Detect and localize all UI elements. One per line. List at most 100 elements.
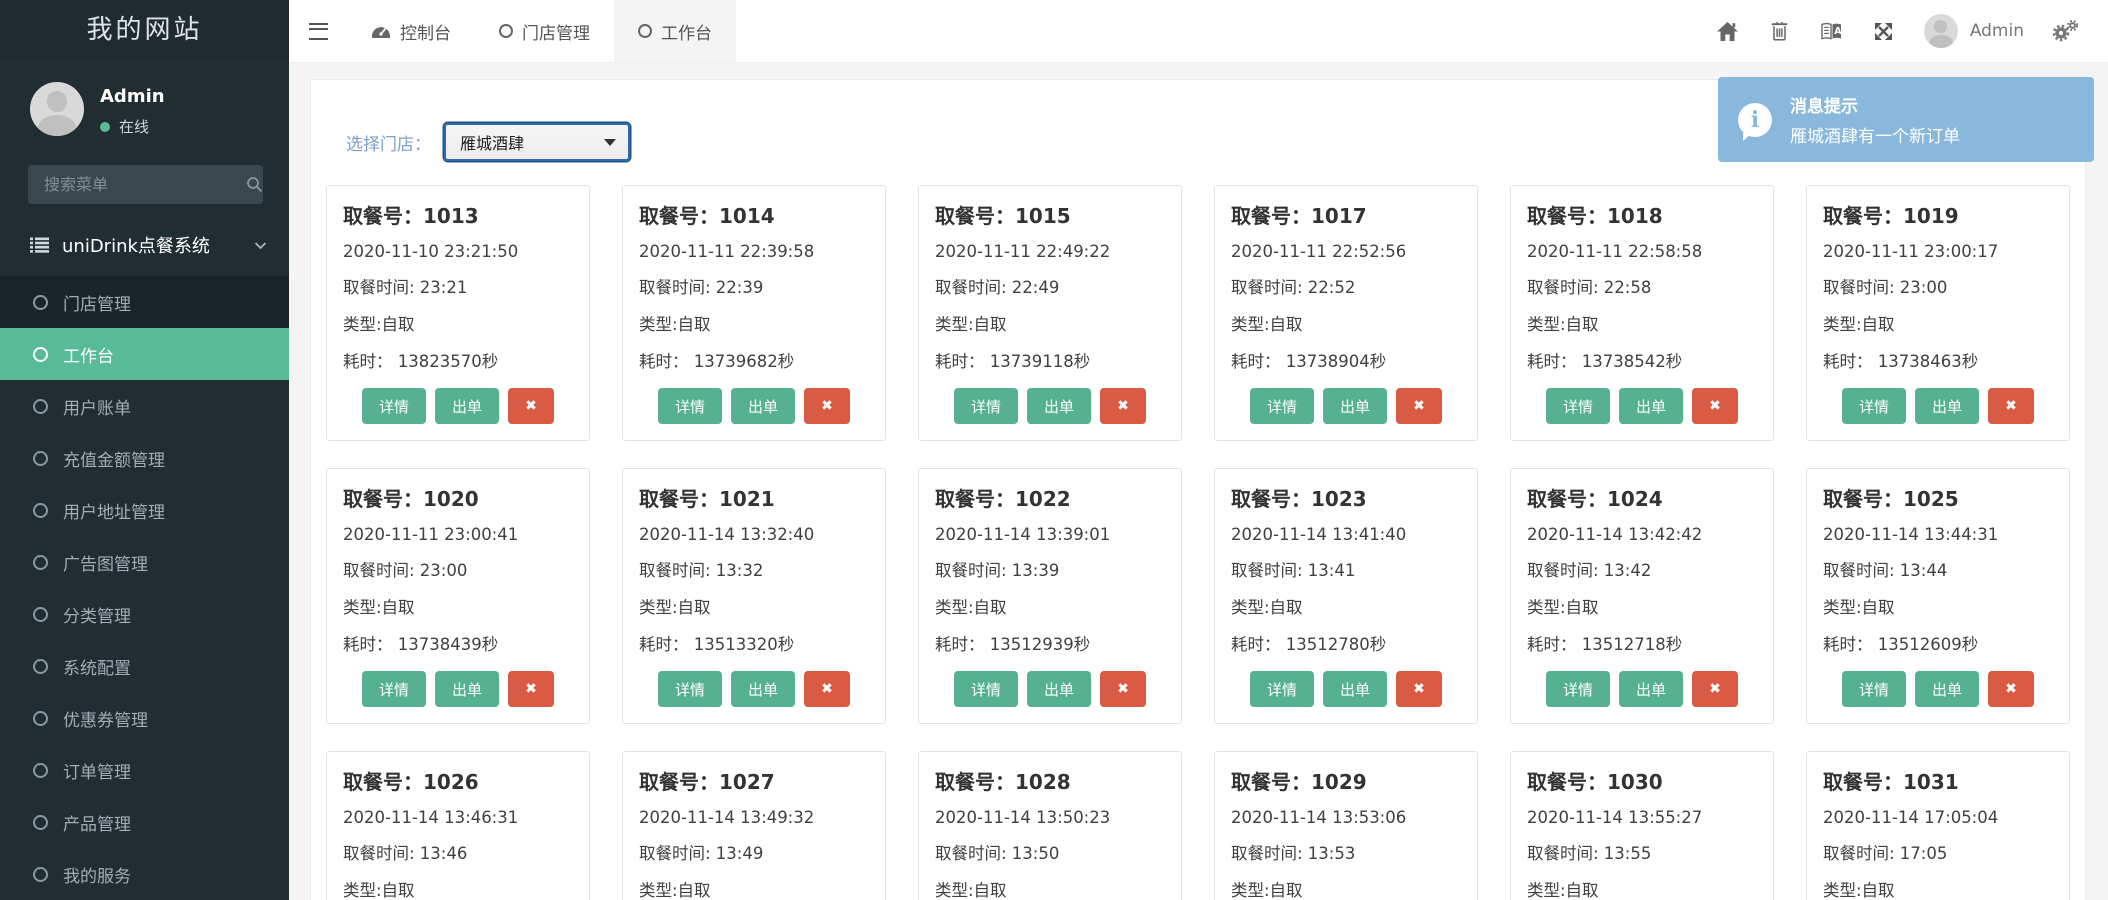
sidebar-item-9[interactable]: 订单管理 bbox=[0, 744, 289, 796]
nav-tab-1[interactable]: 门店管理 bbox=[475, 0, 614, 62]
detail-button[interactable]: 详情 bbox=[954, 671, 1018, 707]
sidebar-item-2[interactable]: 用户账单 bbox=[0, 380, 289, 432]
order-elapsed: 耗时： 13738542秒 bbox=[1527, 348, 1757, 372]
order-card: 取餐号：1027 2020-11-14 13:49:32 取餐时间: 13:49… bbox=[622, 751, 886, 900]
sidebar-item-4[interactable]: 用户地址管理 bbox=[0, 484, 289, 536]
order-elapsed: 耗时： 13512718秒 bbox=[1527, 631, 1757, 655]
sidebar-toggle-button[interactable] bbox=[289, 0, 347, 62]
delete-order-button[interactable]: ✖ bbox=[1692, 388, 1738, 424]
navbar-user-menu[interactable]: Admin bbox=[1910, 14, 2038, 48]
expand-icon[interactable] bbox=[1858, 0, 1910, 62]
sidebar-search[interactable] bbox=[28, 165, 263, 204]
order-pickup-time: 取餐时间: 13:53 bbox=[1231, 840, 1461, 864]
order-card: 取餐号：1014 2020-11-11 22:39:58 取餐时间: 22:39… bbox=[622, 185, 886, 441]
store-select-value: 雁城酒肆 bbox=[460, 130, 524, 154]
delete-order-button[interactable]: ✖ bbox=[1692, 671, 1738, 707]
print-order-button[interactable]: 出单 bbox=[731, 671, 795, 707]
sidebar-item-0[interactable]: 门店管理 bbox=[0, 276, 289, 328]
search-input[interactable] bbox=[42, 174, 246, 195]
print-order-button[interactable]: 出单 bbox=[1619, 388, 1683, 424]
delete-order-button[interactable]: ✖ bbox=[1396, 671, 1442, 707]
order-pickup-time: 取餐时间: 22:39 bbox=[639, 274, 869, 298]
order-pickup-time: 取餐时间: 17:05 bbox=[1823, 840, 2053, 864]
print-order-button[interactable]: 出单 bbox=[1915, 388, 1979, 424]
delete-order-button[interactable]: ✖ bbox=[1396, 388, 1442, 424]
circle-icon bbox=[33, 815, 48, 830]
sidebar-item-label: 产品管理 bbox=[63, 810, 131, 835]
info-icon: i bbox=[1738, 103, 1772, 137]
order-actions: 详情 出单 ✖ bbox=[1231, 388, 1461, 424]
sidebar-group-unidrink[interactable]: uniDrink点餐系统 bbox=[0, 224, 289, 266]
delete-order-button[interactable]: ✖ bbox=[508, 388, 554, 424]
detail-button[interactable]: 详情 bbox=[1250, 388, 1314, 424]
order-card: 取餐号：1017 2020-11-11 22:52:56 取餐时间: 22:52… bbox=[1214, 185, 1478, 441]
order-pickup-time: 取餐时间: 23:00 bbox=[343, 557, 573, 581]
detail-button[interactable]: 详情 bbox=[658, 388, 722, 424]
svg-text:A: A bbox=[1835, 26, 1843, 37]
sidebar-item-5[interactable]: 广告图管理 bbox=[0, 536, 289, 588]
trash-icon[interactable] bbox=[1754, 0, 1806, 62]
detail-button[interactable]: 详情 bbox=[954, 388, 1018, 424]
detail-button[interactable]: 详情 bbox=[362, 388, 426, 424]
delete-order-button[interactable]: ✖ bbox=[1100, 388, 1146, 424]
delete-order-button[interactable]: ✖ bbox=[804, 671, 850, 707]
nav-tab-2[interactable]: 工作台 bbox=[614, 0, 736, 62]
workbench-panel: 选择门店： 雁城酒肆 取餐号：1013 2020-11-10 23:21:50 … bbox=[310, 79, 2086, 900]
main-area: 控制台 门店管理 工作台 bbox=[289, 0, 2108, 900]
delete-order-button[interactable]: ✖ bbox=[804, 388, 850, 424]
order-created-time: 2020-11-11 22:39:58 bbox=[639, 242, 869, 261]
nav-tab-0[interactable]: 控制台 bbox=[347, 0, 475, 62]
delete-order-button[interactable]: ✖ bbox=[1988, 388, 2034, 424]
detail-button[interactable]: 详情 bbox=[1546, 388, 1610, 424]
list-icon bbox=[30, 237, 49, 253]
circle-icon bbox=[33, 399, 48, 414]
detail-button[interactable]: 详情 bbox=[1842, 671, 1906, 707]
print-order-button[interactable]: 出单 bbox=[435, 671, 499, 707]
detail-button[interactable]: 详情 bbox=[362, 671, 426, 707]
sidebar-item-11[interactable]: 我的服务 bbox=[0, 848, 289, 900]
order-elapsed: 耗时： 13739118秒 bbox=[935, 348, 1165, 372]
order-pickup-time: 取餐时间: 22:52 bbox=[1231, 274, 1461, 298]
detail-button[interactable]: 详情 bbox=[1546, 671, 1610, 707]
order-number: 取餐号：1028 bbox=[935, 766, 1165, 795]
sidebar-group-label: uniDrink点餐系统 bbox=[62, 232, 210, 258]
home-icon[interactable] bbox=[1702, 0, 1754, 62]
sidebar-item-1[interactable]: 工作台 bbox=[0, 328, 289, 380]
sidebar-item-label: 工作台 bbox=[63, 342, 114, 367]
order-created-time: 2020-11-14 13:44:31 bbox=[1823, 525, 2053, 544]
order-pickup-time: 取餐时间: 13:32 bbox=[639, 557, 869, 581]
print-order-button[interactable]: 出单 bbox=[1027, 388, 1091, 424]
print-order-button[interactable]: 出单 bbox=[1027, 671, 1091, 707]
delete-order-button[interactable]: ✖ bbox=[1988, 671, 2034, 707]
hamburger-icon bbox=[309, 23, 328, 40]
print-order-button[interactable]: 出单 bbox=[731, 388, 795, 424]
order-type: 类型:自取 bbox=[343, 311, 573, 335]
user-avatar bbox=[30, 82, 84, 136]
sidebar-item-6[interactable]: 分类管理 bbox=[0, 588, 289, 640]
order-type: 类型:自取 bbox=[1527, 594, 1757, 618]
notification-toast[interactable]: i 消息提示 雁城酒肆有一个新订单 bbox=[1718, 77, 2094, 162]
print-order-button[interactable]: 出单 bbox=[1323, 671, 1387, 707]
translate-icon[interactable]: A bbox=[1806, 0, 1858, 62]
order-elapsed: 耗时： 13512780秒 bbox=[1231, 631, 1461, 655]
print-order-button[interactable]: 出单 bbox=[1323, 388, 1387, 424]
sidebar-item-10[interactable]: 产品管理 bbox=[0, 796, 289, 848]
print-order-button[interactable]: 出单 bbox=[435, 388, 499, 424]
order-pickup-time: 取餐时间: 13:50 bbox=[935, 840, 1165, 864]
order-actions: 详情 出单 ✖ bbox=[935, 388, 1165, 424]
detail-button[interactable]: 详情 bbox=[1842, 388, 1906, 424]
order-card: 取餐号：1025 2020-11-14 13:44:31 取餐时间: 13:44… bbox=[1806, 468, 2070, 724]
print-order-button[interactable]: 出单 bbox=[1915, 671, 1979, 707]
gears-icon[interactable] bbox=[2038, 0, 2090, 62]
sidebar-item-7[interactable]: 系统配置 bbox=[0, 640, 289, 692]
order-created-time: 2020-11-14 13:42:42 bbox=[1527, 525, 1757, 544]
store-select[interactable]: 雁城酒肆 bbox=[444, 123, 630, 161]
search-icon[interactable] bbox=[246, 176, 263, 193]
sidebar-item-3[interactable]: 充值金额管理 bbox=[0, 432, 289, 484]
delete-order-button[interactable]: ✖ bbox=[508, 671, 554, 707]
delete-order-button[interactable]: ✖ bbox=[1100, 671, 1146, 707]
print-order-button[interactable]: 出单 bbox=[1619, 671, 1683, 707]
detail-button[interactable]: 详情 bbox=[1250, 671, 1314, 707]
sidebar-item-8[interactable]: 优惠券管理 bbox=[0, 692, 289, 744]
detail-button[interactable]: 详情 bbox=[658, 671, 722, 707]
